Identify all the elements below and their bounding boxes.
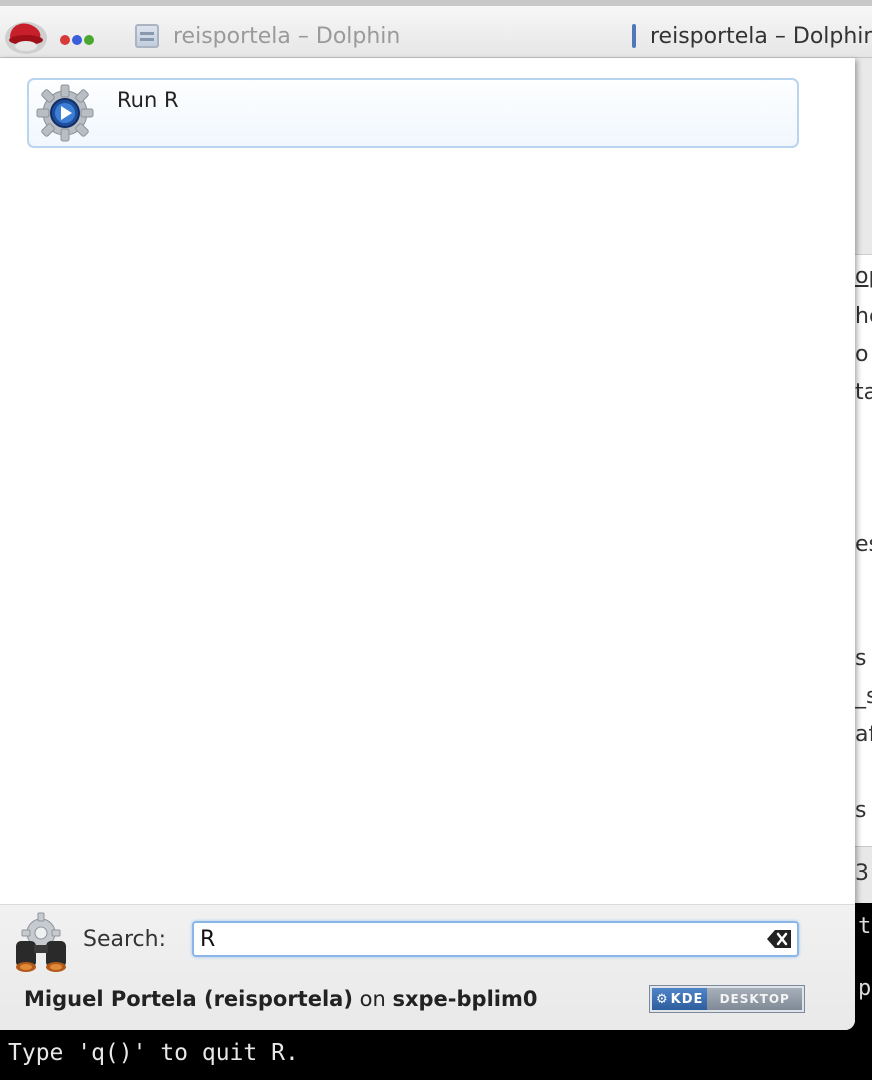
taskbar: reisportela – Dolphin reisportela – Dolp… [0, 0, 872, 58]
binoculars-gear-icon[interactable] [8, 911, 74, 975]
pager-desktop-1-icon[interactable] [60, 35, 70, 45]
host-name: sxpe-bplim0 [392, 987, 538, 1011]
search-label: Search: [83, 927, 166, 952]
terminal-fragment: t [858, 914, 872, 939]
terminal-fragment: p [858, 976, 872, 1001]
search-input-value: R [200, 927, 216, 952]
task-title: reisportela – Dolphin [173, 23, 401, 49]
task-dolphin-2[interactable]: reisportela – Dolphin [632, 14, 872, 58]
kde-logo-left: ⚙ KDE [652, 988, 708, 1010]
pager-desktop-2-icon[interactable] [72, 35, 82, 45]
krunner-popup: Run R Search: R Miguel Portela (reisport… [0, 58, 855, 1030]
search-input[interactable]: R [192, 921, 799, 957]
background-text-fragment: he [855, 304, 872, 329]
background-text-fragment: ta [855, 380, 872, 405]
pager-desktop-3-icon[interactable] [84, 35, 94, 45]
results-list: Run R [0, 58, 848, 904]
background-text-fragment: _s [855, 684, 872, 709]
result-label: Run R [117, 88, 179, 112]
run-command-gear-icon [34, 82, 96, 144]
background-text-fragment: s [855, 798, 867, 823]
redhat-menu-icon[interactable] [4, 16, 48, 56]
background-text-fragment: af [855, 722, 872, 747]
dolphin-icon [632, 24, 636, 48]
terminal-line: Type 'q()' to quit R. [8, 1040, 299, 1066]
user-on: on [359, 987, 386, 1011]
kde-logo-text: KDE [670, 991, 704, 1007]
desktop-pager[interactable] [60, 30, 104, 45]
krunner-search-area: Search: R Miguel Portela (reisportela) o… [0, 904, 855, 1030]
user-host-line: Miguel Portela (reisportela) on sxpe-bpl… [24, 987, 537, 1011]
kde-gear-icon: ⚙ [656, 991, 669, 1007]
result-item-run-r[interactable]: Run R [27, 78, 799, 148]
background-text-fragment: o [855, 342, 869, 367]
clear-search-icon[interactable] [765, 928, 793, 950]
status-fragment: 3 [855, 861, 869, 886]
user-name: Miguel Portela (reisportela) [24, 987, 353, 1011]
task-dolphin-1[interactable]: reisportela – Dolphin [135, 14, 435, 58]
kde-logo-right: DESKTOP [707, 988, 802, 1010]
background-text-fragment: s [855, 646, 867, 671]
dolphin-icon [135, 24, 159, 48]
kde-desktop-logo: ⚙ KDE DESKTOP [649, 985, 805, 1013]
task-title: reisportela – Dolphin [650, 23, 872, 49]
background-text-fragment: es [855, 532, 872, 557]
background-text-fragment: op [855, 264, 872, 289]
